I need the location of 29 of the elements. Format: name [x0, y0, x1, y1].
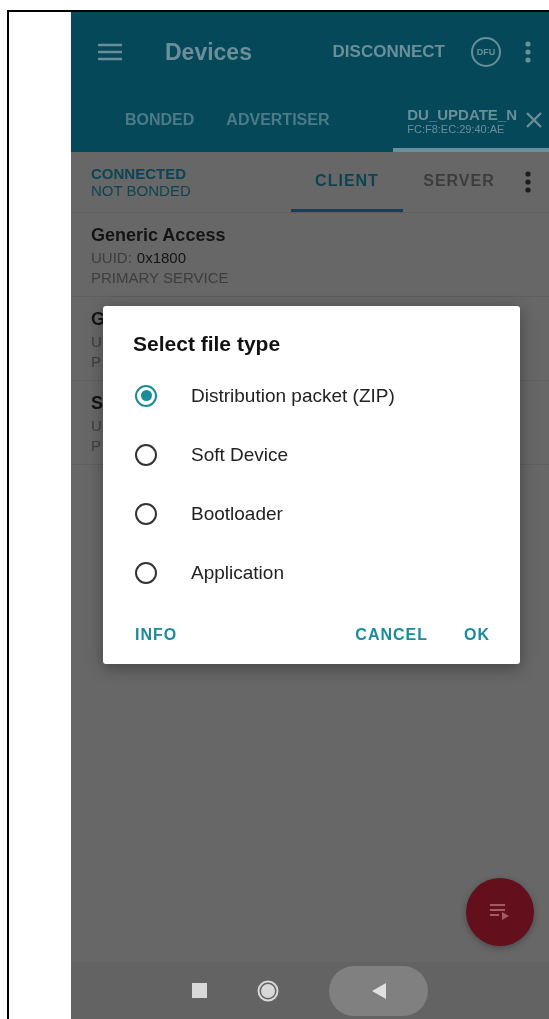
close-icon[interactable] [525, 111, 543, 129]
option-label[interactable]: Soft Device [191, 443, 289, 466]
device-tab[interactable]: DU_UPDATE_N FC:F8:EC:29:40:AE [393, 92, 549, 152]
connection-status: CONNECTED [91, 165, 187, 182]
toolbar-title: Devices [165, 38, 253, 66]
dfu-button[interactable]: DFU [471, 37, 501, 67]
playlist-icon [489, 903, 511, 921]
home-icon[interactable] [257, 979, 279, 1002]
dialog-button[interactable]: CANCEL [343, 618, 440, 652]
uuid-value: 0x1800 [136, 249, 187, 266]
radio-button[interactable] [135, 384, 157, 407]
radio-button[interactable] [135, 443, 157, 466]
dialog-button[interactable]: INFO [123, 618, 190, 652]
radio-button[interactable] [135, 561, 157, 584]
bond-status: NOT BONDED [91, 182, 192, 199]
service-name: S [91, 393, 103, 414]
dialog-title: Select file type [132, 332, 282, 356]
device-tab[interactable]: BONDED [109, 92, 211, 152]
log-fab-button[interactable] [466, 878, 534, 946]
option-label[interactable]: Application [191, 561, 284, 584]
device-tab[interactable]: ADVERTISER [210, 92, 346, 152]
service-name: Generic Access [91, 225, 226, 246]
back-button[interactable] [329, 965, 428, 1016]
option-label[interactable]: Bootloader [191, 502, 283, 525]
disconnect-button[interactable]: DISCONNECT [326, 36, 451, 68]
back-triangle-icon [370, 981, 387, 1000]
dialog-button[interactable]: OK [452, 618, 502, 652]
option-label[interactable]: Distribution packet (ZIP) [191, 384, 395, 407]
radio-button[interactable] [135, 502, 157, 525]
